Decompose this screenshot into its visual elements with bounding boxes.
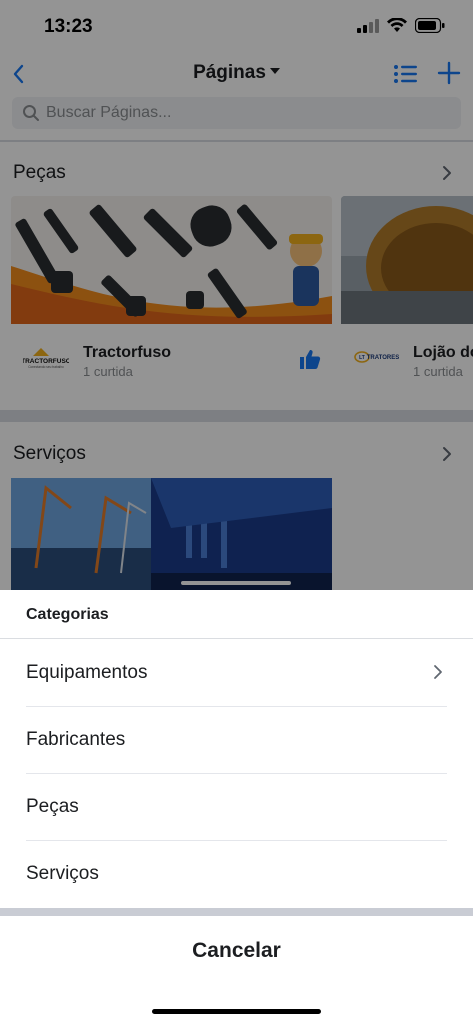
chevron-right-icon — [434, 665, 442, 679]
sheet-item-label: Fabricantes — [26, 729, 126, 750]
home-indicator — [152, 1009, 321, 1014]
sheet-header: Categorias — [0, 590, 473, 639]
sheet-item-label: Peças — [26, 796, 79, 817]
sheet-separator — [0, 908, 473, 916]
cancel-container: Cancelar — [0, 916, 473, 1024]
sheet-item-label: Serviços — [26, 863, 99, 884]
categories-action-sheet: Categorias Equipamentos Fabricantes Peça… — [0, 590, 473, 908]
sheet-item-pecas[interactable]: Peças — [0, 774, 473, 841]
sheet-title: Categorias — [26, 606, 109, 623]
sheet-item-equipamentos[interactable]: Equipamentos — [0, 640, 473, 707]
sheet-item-fabricantes[interactable]: Fabricantes — [0, 707, 473, 774]
cancel-button[interactable]: Cancelar — [0, 939, 473, 963]
sheet-item-servicos[interactable]: Serviços — [0, 841, 473, 908]
sheet-item-label: Equipamentos — [26, 662, 148, 683]
